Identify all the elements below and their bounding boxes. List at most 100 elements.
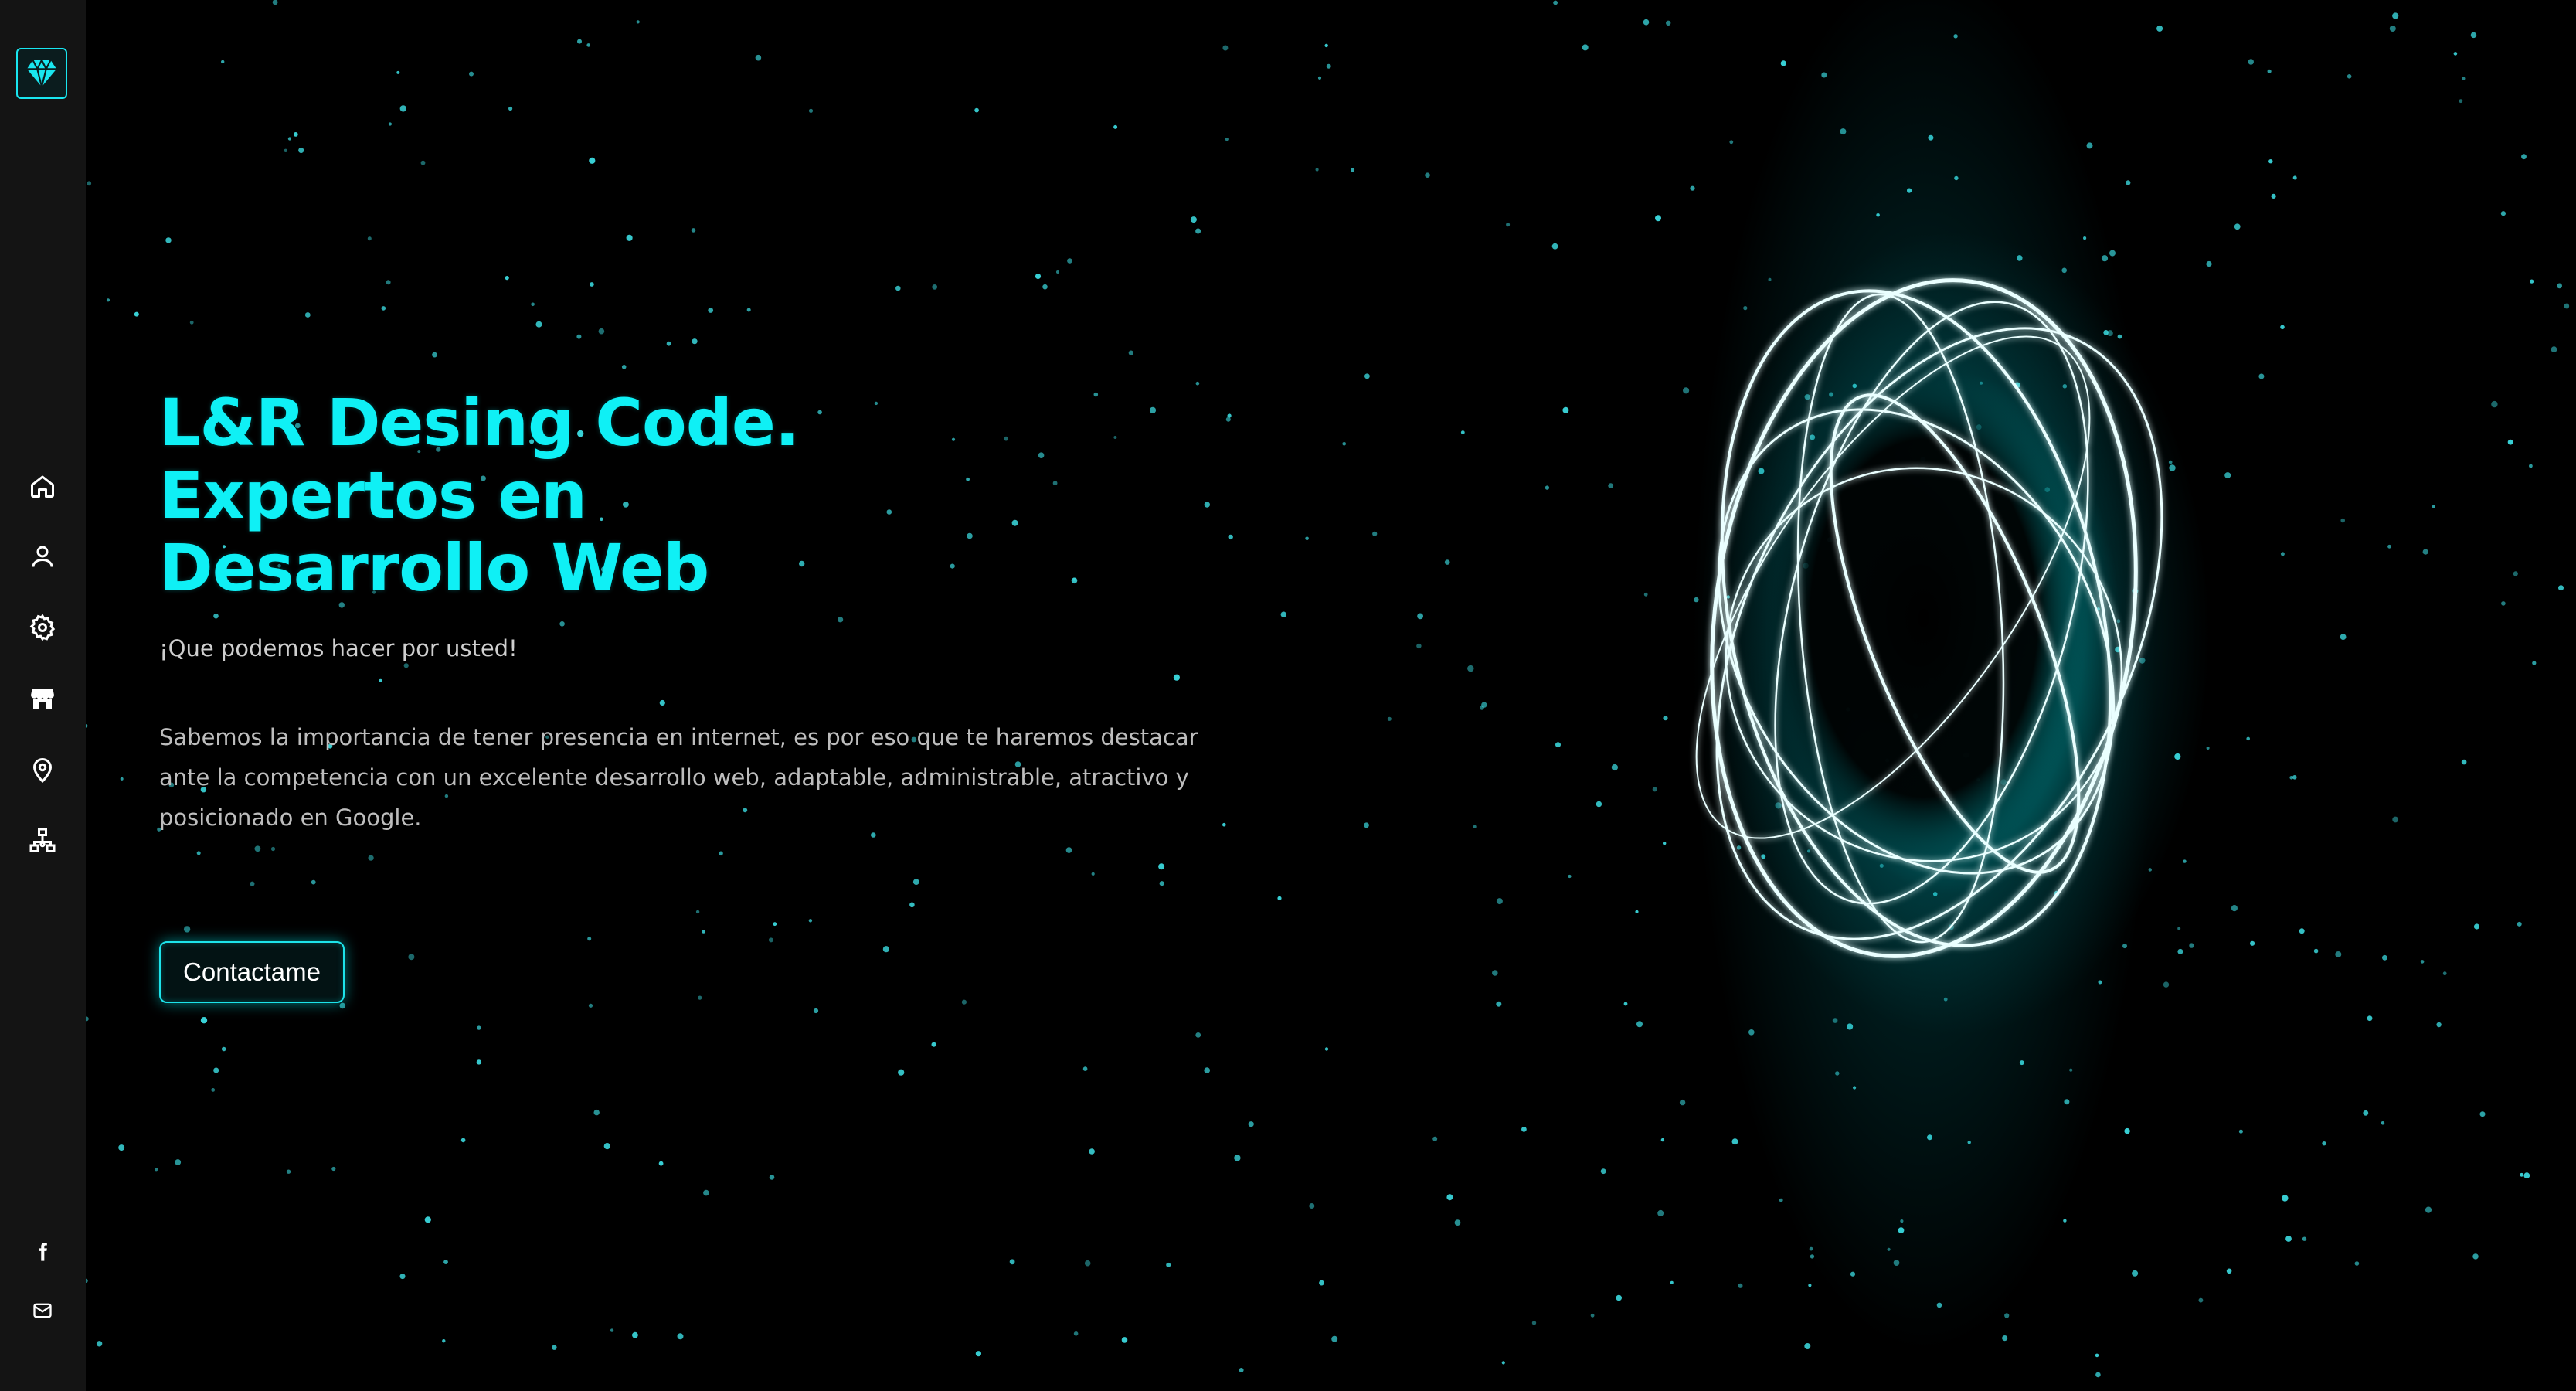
star <box>175 1159 182 1165</box>
star <box>577 39 582 44</box>
star <box>1056 270 1059 274</box>
facebook-icon <box>39 1243 47 1261</box>
email-link[interactable] <box>23 1291 62 1330</box>
gear-icon <box>29 614 56 641</box>
star <box>703 1189 709 1196</box>
star <box>691 228 696 233</box>
star <box>1473 825 1477 828</box>
star <box>677 1333 684 1340</box>
facebook-link[interactable] <box>23 1233 62 1271</box>
star <box>298 147 304 154</box>
hero-description: Sabemos la importancia de tener presenci… <box>159 724 1198 831</box>
star <box>2491 400 2498 408</box>
star <box>912 879 919 885</box>
star <box>2354 1261 2360 1266</box>
contact-button[interactable]: Contactame <box>159 941 345 1003</box>
star <box>1082 1066 1088 1071</box>
star <box>2473 923 2480 930</box>
star <box>1562 406 1569 413</box>
star <box>1568 874 1572 879</box>
star <box>769 1175 775 1180</box>
star <box>155 1168 158 1172</box>
sidebar-item-services[interactable] <box>17 602 68 653</box>
star <box>2289 776 2293 780</box>
star <box>1158 863 1165 870</box>
sidebar-item-home[interactable] <box>17 461 68 512</box>
star <box>1195 1032 1201 1038</box>
diamond-icon <box>26 58 57 87</box>
star <box>2558 585 2564 591</box>
star <box>196 851 201 855</box>
star <box>1159 881 1164 886</box>
sidebar-item-store[interactable] <box>17 673 68 724</box>
star <box>86 724 88 728</box>
star <box>1387 716 1392 721</box>
star <box>576 334 582 339</box>
star <box>476 1059 482 1065</box>
star <box>746 308 751 312</box>
star <box>189 320 194 325</box>
star <box>895 285 901 291</box>
home-icon <box>31 475 54 498</box>
star <box>692 338 698 345</box>
star <box>2472 1253 2479 1260</box>
star <box>1446 1194 1453 1201</box>
star <box>388 122 392 126</box>
star <box>589 157 596 164</box>
star <box>386 280 391 285</box>
star <box>2442 971 2447 976</box>
star <box>2347 74 2352 79</box>
star <box>590 282 594 287</box>
star <box>2363 1110 2369 1116</box>
star <box>636 20 640 24</box>
star <box>2530 279 2534 284</box>
star <box>2387 544 2391 549</box>
star <box>2470 32 2477 39</box>
star <box>658 1161 664 1166</box>
star <box>598 328 605 335</box>
star <box>311 879 316 885</box>
star <box>587 937 592 941</box>
star <box>1248 1121 1254 1127</box>
star <box>1444 559 1450 565</box>
star <box>768 937 773 943</box>
star <box>621 365 627 369</box>
star <box>286 1169 291 1174</box>
sidebar-item-about[interactable] <box>17 531 68 582</box>
star <box>586 43 590 47</box>
star <box>808 108 814 113</box>
star <box>118 1144 125 1151</box>
star <box>1545 485 1550 490</box>
star <box>86 1278 88 1283</box>
star <box>1454 1219 1461 1226</box>
star <box>2292 175 2297 180</box>
star <box>477 1025 481 1030</box>
star <box>2520 1172 2524 1177</box>
star <box>1521 1127 1527 1132</box>
star <box>284 148 287 152</box>
star <box>1042 284 1048 290</box>
star <box>1113 124 1118 129</box>
star <box>96 1341 103 1347</box>
star <box>2299 928 2305 934</box>
star <box>2517 921 2522 927</box>
logo[interactable] <box>16 48 67 99</box>
sidebar-item-location[interactable] <box>17 744 68 795</box>
star <box>2513 571 2518 576</box>
star <box>1417 613 1423 620</box>
star <box>2461 759 2467 765</box>
star <box>2282 1195 2289 1202</box>
star <box>2564 303 2570 309</box>
sidebar-item-network[interactable] <box>17 815 68 866</box>
star <box>2432 505 2435 508</box>
star <box>1166 1262 1171 1267</box>
star <box>367 236 372 241</box>
star <box>535 321 542 328</box>
star <box>1315 168 1319 172</box>
star <box>432 352 437 358</box>
star <box>961 999 967 1005</box>
hero-title: L&R Desing Code. Expertos en Desarrollo … <box>159 386 1241 604</box>
star <box>1121 1337 1128 1343</box>
star <box>424 1216 431 1223</box>
star <box>1009 1259 1015 1265</box>
